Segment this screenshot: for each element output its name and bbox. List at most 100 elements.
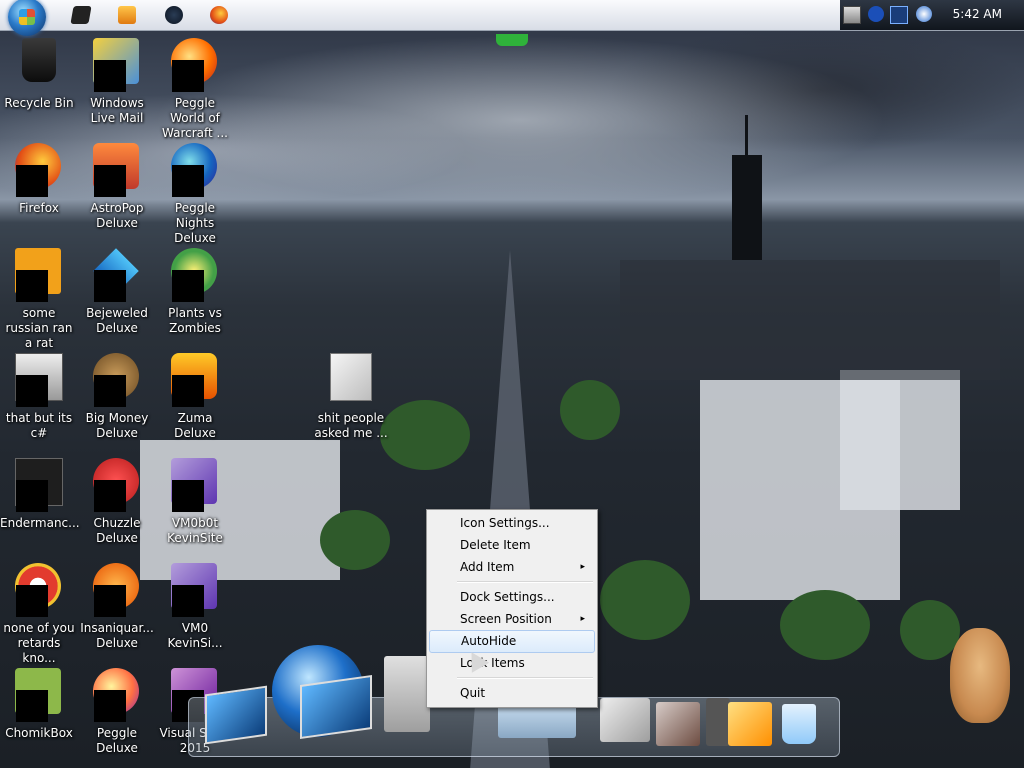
redaction-box	[172, 585, 204, 617]
desktop-icon-label: Zuma Deluxe	[174, 411, 216, 440]
folder-icon[interactable]	[384, 656, 430, 732]
tray-show-hidden-icon[interactable]	[843, 6, 861, 24]
media-player-icon[interactable]	[118, 6, 136, 24]
pictures-icon[interactable]	[600, 698, 650, 742]
redaction-box	[16, 375, 48, 407]
desktop-icon-label: Firefox	[19, 201, 59, 215]
settings-icon[interactable]	[706, 698, 730, 746]
menu-item-screen-position[interactable]: Screen Position ▸	[429, 609, 593, 630]
menu-item-quit[interactable]: Quit	[429, 683, 593, 704]
tray-app-icon[interactable]	[868, 6, 884, 22]
menu-item-label: Add Item	[460, 560, 515, 574]
desktop-icon-bejeweled[interactable]: Bejeweled Deluxe	[78, 248, 156, 348]
desktop-icon-astropop[interactable]: AstroPop Deluxe	[78, 143, 156, 243]
menu-item-label: Screen Position	[460, 612, 552, 626]
quicklaunch-app-icon[interactable]	[70, 6, 92, 24]
desktop-icon-recycle-bin[interactable]: Recycle Bin	[0, 38, 78, 138]
wallpaper-spire	[745, 115, 748, 157]
desktop-icon-label: Plants vs Zombies	[168, 306, 222, 335]
wallpaper-tree	[560, 380, 620, 440]
quicklaunch-app-icon[interactable]	[165, 6, 183, 24]
tray-volume-icon[interactable]	[916, 6, 932, 22]
redaction-box	[16, 270, 48, 302]
desktop-icon-label: Chuzzle Deluxe	[93, 516, 141, 545]
redaction-box	[94, 375, 126, 407]
redaction-box	[16, 690, 48, 722]
desktop-icon-label: Recycle Bin	[4, 96, 74, 110]
submenu-arrow-icon: ▸	[580, 614, 585, 624]
tray-network-icon[interactable]	[890, 6, 908, 24]
hammer-wrench-icon[interactable]	[728, 702, 772, 746]
redaction-box	[94, 480, 126, 512]
desktop-icon-vm0-kevinsite[interactable]: VM0 KevinSi...	[156, 563, 234, 663]
wallpaper-tower	[732, 155, 762, 260]
desktop-icon-label: some russian ran a rat	[5, 306, 73, 350]
menu-item-dock-settings[interactable]: Dock Settings...	[429, 587, 593, 608]
desktop-icon-windows-live-mail[interactable]: Windows Live Mail	[78, 38, 156, 138]
menu-separator	[457, 677, 593, 679]
desktop-icon-endermanc[interactable]: Endermanc...	[0, 458, 80, 558]
desktop-icon-none-of-you[interactable]: none of you retards kno...	[0, 563, 78, 665]
recycle-bin-icon	[22, 38, 56, 82]
menu-item-label: AutoHide	[461, 634, 517, 648]
desktop-icon-big-money[interactable]: Big Money Deluxe	[78, 353, 156, 453]
document-icon	[330, 353, 372, 401]
desktop-icon-label: Big Money Deluxe	[85, 411, 149, 440]
taskbar-clock[interactable]: 5:42 AM	[953, 7, 1002, 21]
menu-item-icon-settings[interactable]: Icon Settings...	[429, 513, 593, 534]
desktop-icon-peggle-wow[interactable]: Peggle World of Warcraft ...	[156, 38, 234, 140]
desktop-icon-shit-people-asked[interactable]: shit people asked me ...	[312, 353, 390, 453]
wallpaper-tree	[380, 400, 470, 470]
redaction-box	[16, 165, 48, 197]
menu-item-delete-item[interactable]: Delete Item	[429, 535, 593, 556]
desktop-icon-label: VM0 KevinSi...	[167, 621, 223, 650]
desktop-icon-peggle-deluxe[interactable]: Peggle Deluxe	[78, 668, 156, 768]
hamster-desktop-pet[interactable]	[950, 628, 1010, 723]
menu-item-label: Icon Settings...	[460, 516, 550, 530]
desktop-icon-chomikbox[interactable]: ChomikBox	[0, 668, 78, 768]
redaction-box	[172, 270, 204, 302]
tools-icon[interactable]	[656, 702, 700, 746]
desktop-icon-label: that but its c#	[5, 411, 73, 440]
redaction-box	[172, 165, 204, 197]
desktop-icon-label: none of you retards kno...	[3, 621, 75, 665]
desktop-icon-label: Peggle Nights Deluxe	[174, 201, 216, 245]
redaction-box	[94, 585, 126, 617]
desktop-icon-chuzzle[interactable]: Chuzzle Deluxe	[78, 458, 156, 558]
redaction-box	[94, 270, 126, 302]
dock-top-handle[interactable]	[496, 34, 528, 46]
recycle-bin-icon[interactable]	[782, 704, 816, 744]
submenu-arrow-icon: ▸	[580, 562, 585, 572]
firefox-icon[interactable]	[210, 6, 228, 24]
redaction-box	[172, 480, 204, 512]
redaction-box	[172, 375, 204, 407]
desktop-icon-insaniquarium[interactable]: Insaniquar... Deluxe	[78, 563, 156, 663]
wallpaper-tree	[900, 600, 960, 660]
desktop-icon-firefox[interactable]: Firefox	[0, 143, 78, 243]
desktop-icon-label: Peggle Deluxe	[96, 726, 138, 755]
wallpaper-building	[840, 370, 960, 510]
monitor-icon[interactable]	[300, 674, 372, 740]
desktop-icon-label: shit people asked me ...	[314, 411, 388, 440]
desktop-icon-peggle-nights[interactable]: Peggle Nights Deluxe	[156, 143, 234, 245]
menu-item-label: Dock Settings...	[460, 590, 555, 604]
desktop-icon-label: VM0b0t KevinSite	[167, 516, 223, 545]
desktop-icon-zuma[interactable]: Zuma Deluxe	[156, 353, 234, 453]
menu-item-add-item[interactable]: Add Item ▸	[429, 557, 593, 578]
desktop-icon-label: Bejeweled Deluxe	[86, 306, 148, 335]
menu-item-label: Delete Item	[460, 538, 531, 552]
desktop-icon-some-russian[interactable]: some russian ran a rat	[0, 248, 78, 350]
desktop-icon-plants-vs-zombies[interactable]: Plants vs Zombies	[156, 248, 234, 348]
taskbar: 5:42 AM	[0, 0, 1024, 31]
menu-item-autohide[interactable]: AutoHide	[429, 630, 595, 653]
wallpaper-building	[620, 260, 1000, 380]
computer-icon[interactable]	[205, 685, 267, 745]
redaction-box	[94, 60, 126, 92]
wallpaper-tree	[780, 590, 870, 660]
desktop-icon-that-but-its-csharp[interactable]: that but its c#	[0, 353, 78, 453]
desktop-icon-label: Insaniquar... Deluxe	[80, 621, 154, 650]
menu-item-lock-items[interactable]: Lock Items	[429, 653, 593, 674]
desktop-icon-vm0b0t[interactable]: VM0b0t KevinSite	[156, 458, 234, 558]
redaction-box	[94, 690, 126, 722]
desktop-icon-label: AstroPop Deluxe	[90, 201, 144, 230]
